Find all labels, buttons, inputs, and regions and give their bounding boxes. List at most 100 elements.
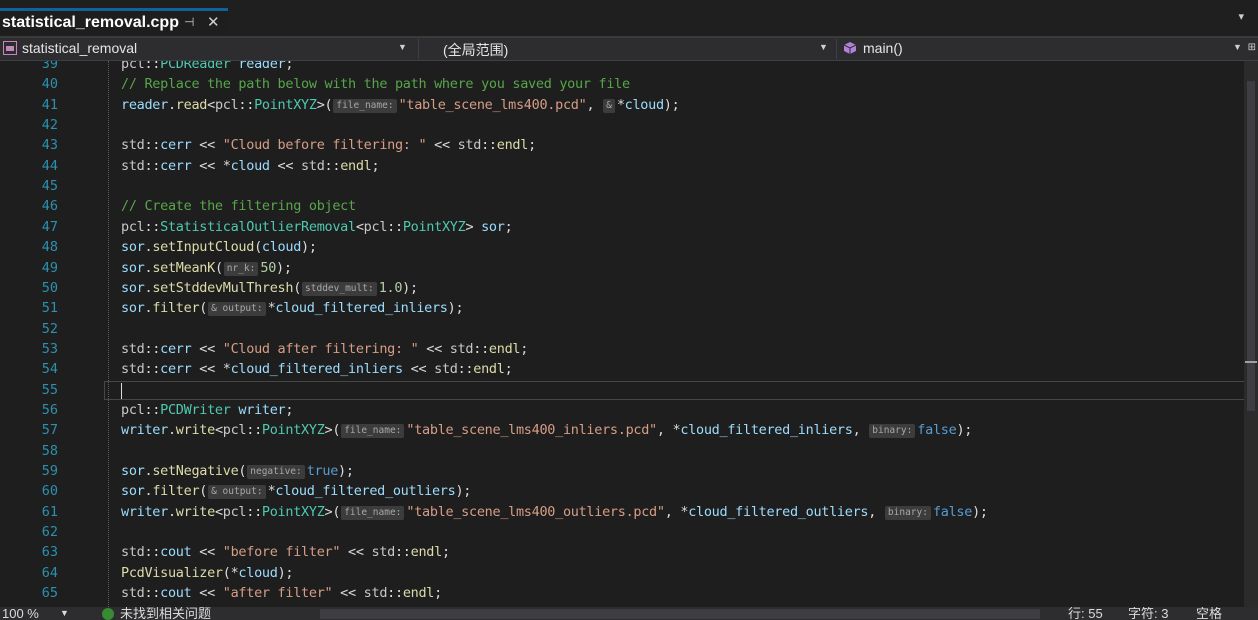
project-icon	[3, 41, 17, 55]
code-line[interactable]: 49 sor.setMeanK(nr_k: 50);	[0, 259, 1240, 279]
pin-icon[interactable]: ⊣	[184, 15, 194, 29]
line-number: 45	[41, 178, 58, 195]
line-number: 56	[41, 401, 58, 418]
code-text[interactable]: std::cout << "after filter" << std::endl…	[121, 585, 442, 601]
code-line[interactable]: 43 std::cerr << "Cloud before filtering: …	[0, 136, 1240, 156]
code-line[interactable]: 51 sor.filter(& output: *cloud_filtered_in…	[0, 299, 1240, 319]
line-number: 47	[41, 218, 58, 235]
line-number: 60	[41, 483, 58, 500]
text-caret	[121, 382, 122, 399]
project-dropdown[interactable]: statistical_removal ▼	[0, 39, 412, 59]
line-number: 59	[41, 463, 58, 479]
current-line-highlight	[104, 380, 1248, 400]
code-text[interactable]: reader.read<pcl::PointXYZ>(file_name: "ta…	[121, 97, 680, 113]
line-number: 63	[41, 544, 58, 561]
code-line[interactable]: 63 std::cout << "before filter" << std::e…	[0, 543, 1240, 563]
chevron-down-icon: ▼	[819, 42, 828, 52]
status-bar: 100 % ▼ 未找到相关问题 行: 55 字符: 3 空格	[0, 607, 1258, 620]
indent-indicator[interactable]: 空格	[1196, 607, 1222, 620]
line-indicator[interactable]: 行: 55	[1068, 607, 1103, 620]
line-number: 61	[41, 503, 58, 520]
code-line[interactable]: 41 reader.read<pcl::PointXYZ>(file_name: "…	[0, 96, 1240, 116]
code-line[interactable]: 61 writer.write<pcl::PointXYZ>(file_name:…	[0, 503, 1240, 523]
code-line[interactable]: 64 PcdVisualizer(*cloud);	[0, 564, 1240, 584]
code-text[interactable]: writer.write<pcl::PointXYZ>(file_name: "t…	[121, 504, 988, 520]
code-text[interactable]: sor.setStddevMulThresh(stddev_mult: 1.0);	[121, 280, 418, 296]
tab-title[interactable]: statistical_removal.cpp	[2, 14, 179, 32]
code-text[interactable]: writer.write<pcl::PointXYZ>(file_name: "t…	[121, 422, 972, 439]
code-editor[interactable]: 39 pcl::PCDReader reader;40 // Replace the…	[0, 61, 1258, 607]
check-icon	[102, 608, 114, 620]
project-name: statistical_removal	[22, 40, 138, 56]
zoom-level[interactable]: 100 %	[2, 607, 39, 620]
chevron-down-icon: ▼	[398, 42, 407, 52]
split-view-icon[interactable]: ⊞	[1248, 42, 1256, 53]
code-text[interactable]: sor.filter(& output: *cloud_filtered_inli…	[121, 300, 464, 317]
line-number: 50	[41, 279, 58, 296]
line-number: 41	[41, 96, 58, 113]
code-text[interactable]: pcl::StatisticalOutlierRemoval<pcl::Poin…	[121, 219, 513, 235]
code-line[interactable]: 53 std::cerr << "Cloud after filtering: "…	[0, 340, 1240, 360]
issues-status[interactable]: 未找到相关问题	[120, 607, 211, 620]
line-number: 65	[41, 585, 58, 602]
tab-statistical-removal[interactable]: statistical_removal.cpp ⊣ ✕	[0, 8, 228, 36]
code-line[interactable]: 54 std::cerr << *cloud_filtered_inliers <…	[0, 360, 1240, 380]
member-dropdown[interactable]: main() ▼	[836, 39, 1247, 59]
code-line[interactable]: 48 sor.setInputCloud(cloud);	[0, 238, 1240, 258]
line-number: 43	[41, 137, 58, 154]
zoom-dropdown-icon[interactable]: ▼	[60, 607, 69, 620]
code-line[interactable]: 52	[0, 320, 1240, 340]
code-line[interactable]: 42	[0, 116, 1240, 136]
code-line[interactable]: 44 std::cerr << *cloud << std::endl;	[0, 157, 1240, 177]
chevron-down-icon: ▼	[1233, 42, 1242, 52]
code-text[interactable]: std::cerr << "Cloud after filtering: " <…	[121, 341, 528, 357]
line-number: 42	[41, 117, 58, 134]
code-text[interactable]: // Create the filtering object	[121, 198, 356, 214]
line-number: 55	[41, 381, 58, 398]
code-text[interactable]: std::cout << "before filter" << std::end…	[121, 544, 450, 560]
code-text[interactable]: pcl::PCDWriter writer;	[121, 402, 294, 418]
code-line[interactable]: 46 // Create the filtering object	[0, 197, 1240, 217]
horizontal-scrollbar[interactable]	[320, 609, 1040, 619]
code-line[interactable]: 56 pcl::PCDWriter writer;	[0, 401, 1240, 421]
line-number: 51	[41, 300, 58, 317]
code-text[interactable]: sor.setMeanK(nr_k: 50);	[121, 260, 292, 276]
code-line[interactable]: 65 std::cout << "after filter" << std::en…	[0, 584, 1240, 604]
line-number: 48	[41, 239, 58, 256]
vertical-scrollbar[interactable]	[1244, 61, 1258, 607]
navigation-bar: statistical_removal ▼ (全局范围) ▼ main() ▼ …	[0, 38, 1258, 61]
char-indicator[interactable]: 字符: 3	[1128, 607, 1168, 620]
line-number: 39	[41, 61, 58, 72]
code-line[interactable]: 47 pcl::StatisticalOutlierRemoval<pcl::Po…	[0, 218, 1240, 238]
close-icon[interactable]: ✕	[207, 13, 220, 31]
code-text[interactable]: std::cerr << *cloud << std::endl;	[121, 158, 380, 174]
code-text[interactable]: sor.setInputCloud(cloud);	[121, 239, 317, 255]
code-line[interactable]: 57 writer.write<pcl::PointXYZ>(file_name:…	[0, 421, 1240, 441]
code-line[interactable]: 58	[0, 442, 1240, 462]
code-text[interactable]: std::cerr << *cloud_filtered_inliers << …	[121, 361, 513, 377]
code-text[interactable]: PcdVisualizer(*cloud);	[121, 565, 294, 581]
line-number: 62	[41, 524, 58, 541]
line-number: 49	[41, 259, 58, 276]
code-line[interactable]: 50 sor.setStddevMulThresh(stddev_mult: 1.0…	[0, 279, 1240, 299]
scrollbar-caret-marker	[1245, 361, 1257, 363]
line-number: 46	[41, 198, 58, 215]
scope-dropdown[interactable]: (全局范围) ▼	[418, 39, 835, 59]
code-line[interactable]: 55	[0, 380, 1248, 401]
line-number: 54	[41, 361, 58, 378]
code-line[interactable]: 39 pcl::PCDReader reader;	[0, 61, 1240, 75]
code-line[interactable]: 60 sor.filter(& output: *cloud_filtered_ou…	[0, 482, 1240, 502]
code-line[interactable]: 59 sor.setNegative(negative: true);	[0, 462, 1240, 482]
line-number: 53	[41, 340, 58, 357]
code-text[interactable]: // Replace the path below with the path …	[121, 76, 630, 92]
line-number: 44	[41, 157, 58, 174]
code-line[interactable]: 62	[0, 523, 1240, 543]
method-cube-icon	[843, 42, 857, 54]
code-text[interactable]: pcl::PCDReader reader;	[121, 61, 294, 72]
tab-overflow-icon[interactable]: ▾	[1238, 10, 1244, 23]
code-line[interactable]: 45	[0, 177, 1240, 197]
code-text[interactable]: sor.setNegative(negative: true);	[121, 463, 354, 479]
code-text[interactable]: std::cerr << "Cloud before filtering: " …	[121, 137, 536, 153]
code-text[interactable]: sor.filter(& output: *cloud_filtered_outl…	[121, 483, 471, 500]
code-line[interactable]: 40 // Replace the path below with the pat…	[0, 75, 1240, 95]
